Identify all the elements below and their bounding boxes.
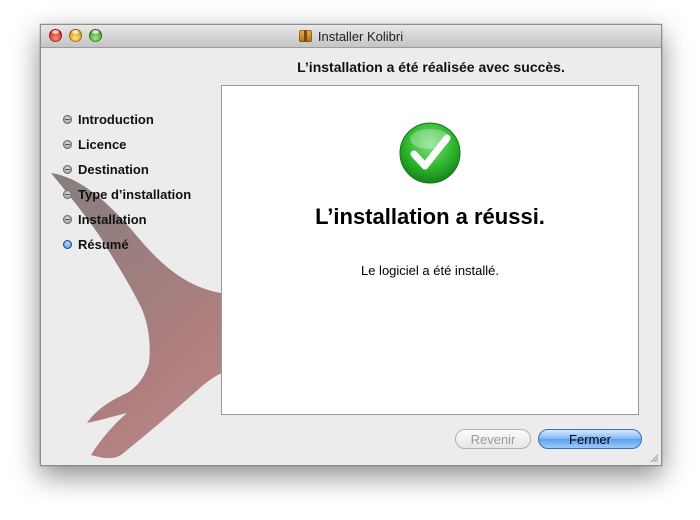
step-introduction: Introduction xyxy=(63,107,191,132)
installation-steps-list: Introduction Licence Destination Type d’… xyxy=(63,107,191,257)
step-status-icon xyxy=(63,190,72,199)
step-label: Destination xyxy=(78,162,149,177)
current-step-icon xyxy=(63,240,72,249)
installer-window: Installer Kolibri L’installation a été r… xyxy=(40,24,662,466)
success-title: L’installation a réussi. xyxy=(315,204,545,229)
step-status-icon xyxy=(63,165,72,174)
step-licence: Licence xyxy=(63,132,191,157)
title-bar[interactable]: Installer Kolibri xyxy=(41,25,661,48)
step-label: Type d’installation xyxy=(78,187,192,202)
step-label: Introduction xyxy=(78,112,154,127)
step-label: Résumé xyxy=(78,237,129,252)
window-title-group: Installer Kolibri xyxy=(41,25,661,47)
step-installation: Installation xyxy=(63,207,191,232)
step-label: Installation xyxy=(78,212,147,227)
step-label: Licence xyxy=(78,137,127,152)
success-message: Le logiciel a été installé. xyxy=(360,263,500,278)
step-summary: Résumé xyxy=(63,232,191,257)
step-status-icon xyxy=(63,215,72,224)
green-check-icon xyxy=(399,122,461,184)
step-status-icon xyxy=(63,140,72,149)
content-panel: L’installation a réussi. Le logiciel a é… xyxy=(221,85,639,415)
step-destination: Destination xyxy=(63,157,191,182)
step-status-icon xyxy=(63,115,72,124)
page-header: L’installation a été réalisée avec succè… xyxy=(297,59,565,75)
step-installation-type: Type d’installation xyxy=(63,182,191,207)
back-button[interactable]: Revenir xyxy=(455,429,531,449)
resize-grip-icon[interactable] xyxy=(649,453,659,463)
package-icon xyxy=(298,30,312,42)
close-button[interactable]: Fermer xyxy=(538,429,642,449)
window-title: Installer Kolibri xyxy=(317,28,404,44)
